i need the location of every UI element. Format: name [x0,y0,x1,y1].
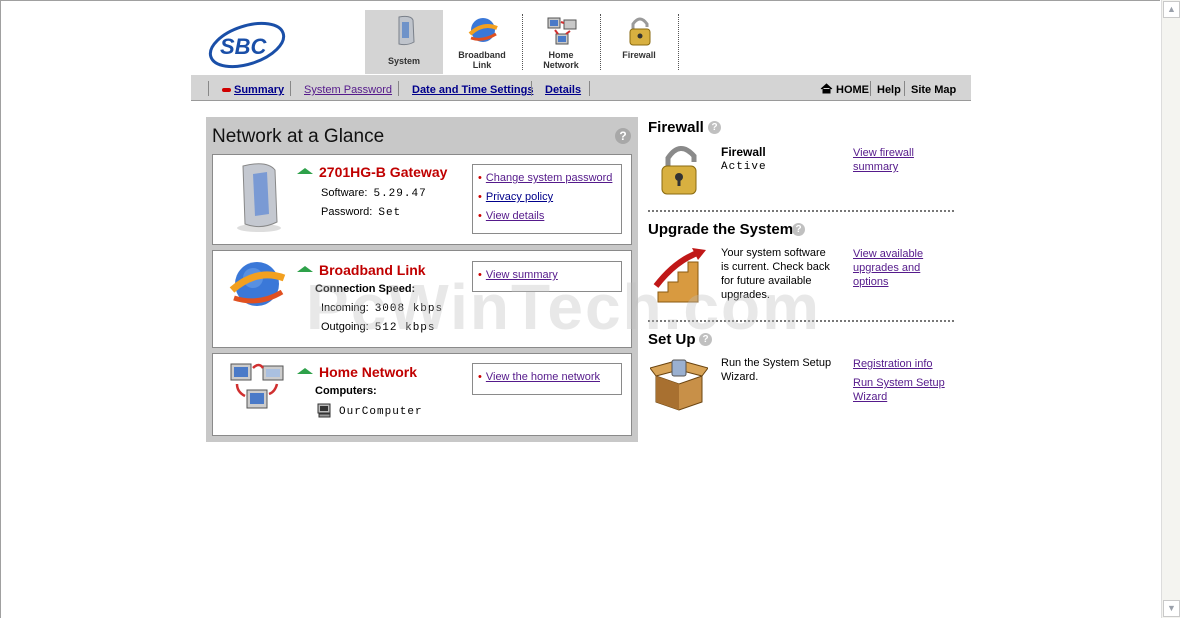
change-system-password-link[interactable]: Change system password [478,169,621,188]
privacy-policy-link[interactable]: Privacy policy [478,188,621,207]
watermark: PcWinTech.com [306,271,821,343]
lock-icon [661,146,697,195]
nav-separator [589,81,590,96]
tab-home-network[interactable]: Home Network [522,10,600,74]
tab-divider [678,14,679,70]
glance-title: Network at a Glance [212,126,385,147]
gateway-card: 2701HG-B Gateway Software: 5.29.47 Passwo… [212,154,632,245]
nav-separator [208,81,209,96]
software-version: Software: 5.29.47 [321,187,427,200]
tab-firewall-label: Firewall [622,50,656,60]
software-value: 5.29.47 [373,188,427,200]
scroll-up-icon[interactable]: ▲ [1163,1,1180,18]
nav-summary-link[interactable]: Summary [234,84,284,96]
home-icon[interactable] [820,83,833,94]
nav-separator [290,81,291,96]
home-network-links: View the home network [472,363,622,395]
upgrade-section-title: Upgrade the System [648,221,794,238]
section-divider [648,210,954,212]
computer-name[interactable]: OurComputer [339,406,423,418]
globe-icon [468,18,498,42]
vertical-scrollbar[interactable]: ▲ ▼ [1161,0,1180,618]
gateway-icon [398,15,415,46]
tab-system[interactable]: System [365,10,443,74]
logo-text: SBC [220,34,268,59]
sbc-logo[interactable]: SBC [206,18,288,70]
site-map-link[interactable]: Site Map [911,84,956,96]
network-icon [547,17,577,45]
gateway-title: 2701HG-B Gateway [296,164,448,180]
computers-label: Computers: [315,385,377,397]
setup-box-icon [650,359,708,411]
nav-date-time-link[interactable]: Date and Time Settings [412,84,533,96]
help-icon[interactable]: ? [792,223,805,236]
tab-system-label: System [387,56,421,66]
tab-firewall[interactable]: Firewall [600,10,678,74]
gateway-device-icon [237,163,281,232]
home-network-title: Home Network [296,364,418,380]
nav-separator [904,81,905,96]
software-label: Software: [321,187,368,199]
help-icon[interactable]: ? [615,128,631,144]
firewall-status: Active [721,161,767,173]
run-system-setup-wizard-link[interactable]: Run System Setup Wizard [853,376,945,404]
view-available-upgrades-link[interactable]: View available upgrades and options [853,247,923,289]
home-link[interactable]: HOME [836,84,869,96]
setup-description: Run the System Setup Wizard. [721,357,832,383]
home-network-card: Home Network Computers: OurComputer View… [212,353,632,436]
tab-broadband-label: Broadband Link [458,50,506,70]
nav-details-link[interactable]: Details [545,84,581,96]
lock-icon [629,17,651,46]
view-home-network-link[interactable]: View the home network [478,368,621,387]
nav-separator [870,81,871,96]
gateway-links: Change system password Privacy policy Vi… [472,164,622,234]
globe-icon [229,262,286,306]
registration-info-link[interactable]: Registration info [853,357,933,371]
nav-separator [398,81,399,96]
current-page-indicator [222,88,231,92]
network-icon [230,363,284,409]
password-value: Set [378,207,402,219]
tab-broadband-link[interactable]: Broadband Link [443,10,521,74]
scroll-down-icon[interactable]: ▼ [1163,600,1180,617]
view-firewall-summary-link[interactable]: View firewall summary [853,146,914,174]
password-status: Password: Set [321,206,401,219]
password-label: Password: [321,206,373,218]
firewall-section-title: Firewall [648,119,704,136]
nav-system-password-link[interactable]: System Password [304,84,392,96]
tab-home-network-label: Home Network [543,50,579,70]
computer-icon [317,403,331,418]
nav-separator [531,81,532,96]
firewall-name: Firewall [721,145,766,159]
sub-navigation-bar: Summary System Password Date and Time Se… [191,75,971,101]
help-link[interactable]: Help [877,84,901,96]
view-details-link[interactable]: View details [478,207,621,226]
help-icon[interactable]: ? [708,121,721,134]
